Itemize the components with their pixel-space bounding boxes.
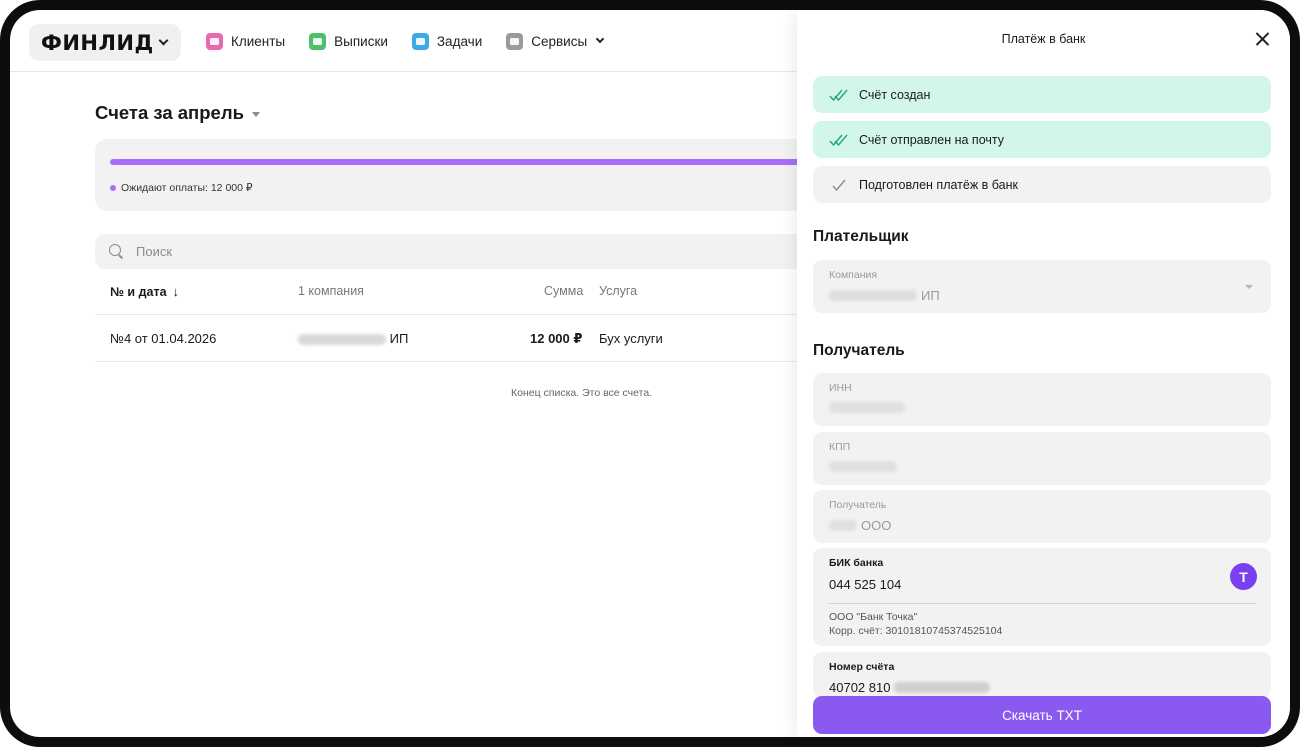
field-label: ИНН: [829, 382, 852, 394]
step-payment-prepared: Подготовлен платёж в банк: [813, 166, 1271, 203]
bik-value: 044 525 104: [829, 577, 902, 592]
field-label: Номер счёта: [829, 661, 895, 673]
main-nav: Клиенты Выписки Задачи Сервисы: [206, 10, 605, 72]
field-value: ООО: [829, 518, 891, 533]
double-check-icon: [829, 89, 849, 101]
step-label: Счёт создан: [859, 87, 931, 102]
recipient-name-suffix: ООО: [861, 518, 892, 533]
search-icon: [109, 244, 124, 259]
page-title-text: Счета за апрель: [95, 102, 244, 123]
cell-number-date: №4 от 01.04.2026: [110, 331, 217, 346]
field-value: 40702 810: [829, 680, 991, 695]
column-header-amount[interactable]: Сумма: [544, 284, 583, 298]
column-header-number-date-label: № и дата: [110, 284, 167, 299]
redacted-text: [829, 290, 917, 301]
table-divider: [95, 361, 797, 362]
redacted-text: [829, 461, 897, 472]
grid-icon: [506, 32, 524, 50]
progress-bar: [110, 159, 797, 165]
caret-down-icon: [251, 111, 260, 117]
field-value: ИП: [829, 288, 940, 303]
page-title[interactable]: Счета за апрель: [95, 102, 260, 124]
bank-name: ООО "Банк Точка": [829, 611, 918, 623]
caret-down-icon: [1245, 285, 1253, 289]
check-icon: [829, 179, 849, 191]
nav-tasks[interactable]: Задачи: [411, 32, 483, 50]
inn-field[interactable]: ИНН: [813, 373, 1271, 426]
end-of-list-note: Конец списка. Это все счета.: [511, 387, 653, 399]
chevron-down-icon: [158, 35, 169, 46]
legend-text: Ожидают оплаты: 12 000 ₽: [121, 182, 253, 194]
account-number-prefix: 40702 810: [829, 680, 891, 695]
legend-dot-icon: [110, 185, 116, 191]
cell-amount: 12 000 ₽: [530, 331, 583, 346]
step-invoice-created: Счёт создан: [813, 76, 1271, 113]
field-value: [829, 402, 905, 413]
column-header-company[interactable]: 1 компания: [298, 284, 364, 298]
column-header-number-date[interactable]: № и дата ↓: [110, 284, 179, 299]
logo-menu-button[interactable]: ФИНЛИД: [29, 24, 181, 61]
divider: [829, 603, 1257, 604]
cell-service: Бух услуги: [599, 331, 663, 346]
nav-services[interactable]: Сервисы: [506, 32, 605, 50]
device-frame: ФИНЛИД Клиенты Выписки Задачи Сервисы Сч…: [0, 0, 1300, 747]
download-txt-button[interactable]: Скачать TXT: [813, 696, 1271, 734]
nav-clients-label: Клиенты: [231, 33, 286, 49]
redacted-text: [298, 334, 386, 346]
step-label: Счёт отправлен на почту: [859, 132, 1005, 147]
step-label: Подготовлен платёж в банк: [859, 177, 1018, 192]
payment-summary: Ожидают оплаты: 12 000 ₽: [95, 139, 797, 211]
field-label: БИК банка: [829, 557, 884, 569]
bank-payment-panel: Платёж в банк Счёт создан Счёт отправлен…: [797, 10, 1290, 737]
step-invoice-emailed: Счёт отправлен на почту: [813, 121, 1271, 158]
app-screen: ФИНЛИД Клиенты Выписки Задачи Сервисы Сч…: [10, 10, 1290, 737]
summary-legend: Ожидают оплаты: 12 000 ₽: [110, 182, 253, 194]
logo: ФИНЛИД: [41, 30, 154, 55]
search-input[interactable]: [136, 244, 736, 259]
field-label: Получатель: [829, 499, 887, 511]
close-icon[interactable]: [1253, 30, 1271, 48]
double-check-icon: [829, 134, 849, 146]
tasks-icon: [411, 32, 429, 50]
bik-field[interactable]: БИК банка 044 525 104 T ООО "Банк Точка"…: [813, 548, 1271, 646]
field-label: Компания: [829, 269, 878, 281]
payer-heading: Плательщик: [813, 228, 909, 245]
nav-tasks-label: Задачи: [436, 33, 483, 49]
nav-clients[interactable]: Клиенты: [206, 32, 286, 50]
table-divider: [95, 314, 797, 315]
recipient-name-field[interactable]: Получатель ООО: [813, 490, 1271, 543]
document-icon: [309, 32, 327, 50]
field-value: [829, 461, 897, 472]
account-number-field[interactable]: Номер счёта 40702 810: [813, 652, 1271, 698]
redacted-text: [894, 682, 991, 693]
payer-company-select[interactable]: Компания ИП: [813, 260, 1271, 313]
arrow-down-icon: ↓: [172, 284, 180, 299]
cell-company-suffix: ИП: [389, 331, 409, 346]
nav-statements-label: Выписки: [334, 33, 388, 49]
redacted-text: [829, 520, 857, 531]
column-header-service[interactable]: Услуга: [599, 284, 637, 298]
corr-account: Корр. счёт: 30101810745374525104: [829, 625, 1003, 637]
panel-title: Платёж в банк: [1001, 32, 1086, 46]
search-bar: [95, 234, 797, 269]
payer-company-suffix: ИП: [921, 288, 940, 303]
nav-statements[interactable]: Выписки: [309, 32, 388, 50]
nav-services-label: Сервисы: [531, 33, 588, 49]
cell-company: ИП: [298, 331, 408, 346]
chevron-down-icon: [595, 34, 605, 44]
recipient-heading: Получатель: [813, 342, 905, 359]
bank-logo-icon: T: [1230, 563, 1257, 590]
kpp-field[interactable]: КПП: [813, 432, 1271, 485]
top-navigation: ФИНЛИД Клиенты Выписки Задачи Сервисы: [10, 10, 797, 72]
field-label: КПП: [829, 441, 851, 453]
redacted-text: [829, 402, 905, 413]
briefcase-icon: [206, 32, 223, 50]
